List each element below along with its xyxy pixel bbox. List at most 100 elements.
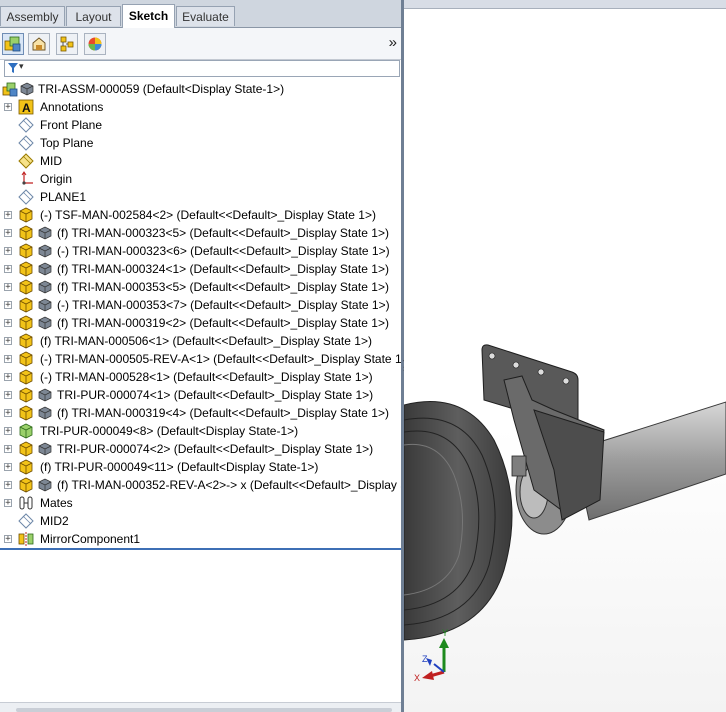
horizontal-scrollbar-thumb[interactable]	[16, 708, 392, 712]
display-state-icon	[38, 226, 54, 242]
tree-item-label: TRI-PUR-000049<8> (Default<Display State…	[40, 424, 299, 438]
expand-toggle-icon[interactable]: +	[4, 337, 12, 346]
trailer-axle-model[interactable]: Y Z X	[404, 0, 726, 712]
tree-item-plane1[interactable]: PLANE1	[0, 188, 401, 206]
expand-toggle-icon[interactable]: +	[4, 229, 12, 238]
tree-item-tri-man-000323-6[interactable]: + (-) TRI-MAN-000323<6> (Default<<Default…	[0, 242, 401, 260]
tree-item-label: (f) TRI-MAN-000352-REV-A<2>-> x (Default…	[57, 478, 401, 492]
expand-toggle-icon[interactable]: +	[4, 535, 12, 544]
part-icon	[18, 423, 34, 439]
display-state-icon	[38, 262, 54, 278]
tree-item-label: TRI-PUR-000074<1> (Default<<Default>_Dis…	[57, 388, 374, 402]
expand-toggle-icon[interactable]: +	[4, 463, 12, 472]
tree-item-tri-man-000353-5[interactable]: + (f) TRI-MAN-000353<5> (Default<<Default…	[0, 278, 401, 296]
expand-toggle-icon[interactable]: +	[4, 499, 12, 508]
tree-rollback-bar[interactable]	[0, 548, 401, 550]
plane-icon	[18, 153, 34, 169]
expand-toggle-icon[interactable]: +	[4, 247, 12, 256]
part-icon	[18, 459, 34, 475]
tree-item-mid-plane[interactable]: MID	[0, 152, 401, 170]
tree-root-label: TRI-ASSM-000059 (Default<Display State-1…	[38, 82, 285, 96]
expand-toggle-icon[interactable]: +	[4, 355, 12, 364]
part-icon	[18, 369, 34, 385]
display-manager-icon[interactable]	[84, 33, 106, 55]
expand-toggle-icon[interactable]: +	[4, 481, 12, 490]
tree-item-label: (f) TRI-MAN-000319<2> (Default<<Default>…	[57, 316, 389, 330]
tab-sketch[interactable]: Sketch	[122, 4, 175, 28]
mirror-icon	[18, 531, 34, 547]
part-icon	[18, 333, 34, 349]
expand-toggle-icon[interactable]: +	[4, 373, 12, 382]
tab-assembly[interactable]: Assembly	[0, 6, 65, 26]
tree-item-tri-pur-000049-8[interactable]: + TRI-PUR-000049<8> (Default<Display Stat…	[0, 422, 401, 440]
tree-item-tri-man-000353-7[interactable]: + (-) TRI-MAN-000353<7> (Default<<Default…	[0, 296, 401, 314]
tree-item-tri-man-000323-5[interactable]: + (f) TRI-MAN-000323<5> (Default<<Default…	[0, 224, 401, 242]
triad-x-label: X	[414, 673, 420, 683]
filter-dropdown-arrow-icon[interactable]: ▾	[19, 61, 24, 72]
tree-item-tri-man-000352-rev-a-2[interactable]: + (f) TRI-MAN-000352-REV-A<2>-> x (Defaul…	[0, 476, 401, 494]
display-state-icon	[38, 316, 54, 332]
tree-item-tri-man-000505-rev-a-1[interactable]: + (-) TRI-MAN-000505-REV-A<1> (Default<<D…	[0, 350, 401, 368]
tree-item-tri-pur-000049-11[interactable]: + (f) TRI-PUR-000049<11> (Default<Display…	[0, 458, 401, 476]
expand-toggle-icon[interactable]: +	[4, 427, 12, 436]
filter-icon[interactable]	[7, 62, 19, 77]
tree-item-label: (f) TRI-MAN-000506<1> (Default<<Default>…	[40, 334, 372, 348]
tree-item-tri-pur-000074-1[interactable]: + TRI-PUR-000074<1> (Default<<Default>_Di…	[0, 386, 401, 404]
part-icon	[18, 405, 34, 421]
expand-toggle-icon[interactable]: +	[4, 283, 12, 292]
tree-item-tri-man-000324-1[interactable]: + (f) TRI-MAN-000324<1> (Default<<Default…	[0, 260, 401, 278]
part-icon	[18, 297, 34, 313]
expand-toggle-icon[interactable]: +	[4, 409, 12, 418]
tab-layout[interactable]: Layout	[66, 6, 121, 26]
part-icon	[18, 225, 34, 241]
tree-item-tri-man-000319-2[interactable]: + (f) TRI-MAN-000319<2> (Default<<Default…	[0, 314, 401, 332]
overflow-chevron-icon[interactable]: »	[389, 34, 397, 51]
tree-item-mid2[interactable]: MID2	[0, 512, 401, 530]
part-icon	[18, 207, 34, 223]
expand-toggle-icon[interactable]: +	[4, 445, 12, 454]
tree-item-tri-man-000528-1[interactable]: + (-) TRI-MAN-000528<1> (Default<<Default…	[0, 368, 401, 386]
expand-toggle-icon[interactable]: +	[4, 301, 12, 310]
expand-toggle-icon[interactable]: +	[4, 319, 12, 328]
tree-item-label: TRI-PUR-000074<2> (Default<<Default>_Dis…	[57, 442, 374, 456]
annotation-icon: A	[18, 99, 34, 115]
part-icon	[18, 477, 34, 493]
tree-item-tri-man-000319-4[interactable]: + (f) TRI-MAN-000319<4> (Default<<Default…	[0, 404, 401, 422]
display-state-icon	[38, 244, 54, 260]
tree-item-label: Annotations	[40, 100, 104, 114]
tree-item-label: Top Plane	[40, 136, 94, 150]
feature-manager-tree-icon[interactable]	[2, 33, 24, 55]
display-state-icon	[38, 478, 54, 494]
tree-item-origin[interactable]: Origin	[0, 170, 401, 188]
tree-item-mirror-component1[interactable]: + MirrorComponent1	[0, 530, 401, 548]
display-state-icon	[38, 406, 54, 422]
tree-item-tri-pur-000074-2[interactable]: + TRI-PUR-000074<2> (Default<<Default>_Di…	[0, 440, 401, 458]
svg-text:A: A	[22, 101, 31, 115]
tree-filter-input[interactable]: ▾	[4, 60, 400, 77]
plane-icon	[18, 135, 34, 151]
tree-item-label: PLANE1	[40, 190, 87, 204]
plane-icon	[18, 117, 34, 133]
tree-root-assembly[interactable]: TRI-ASSM-000059 (Default<Display State-1…	[0, 80, 401, 98]
expand-toggle-icon[interactable]: +	[4, 265, 12, 274]
expand-toggle-icon[interactable]: +	[4, 211, 12, 220]
tree-item-annotations[interactable]: + A Annotations	[0, 98, 401, 116]
expand-toggle-icon[interactable]: +	[4, 103, 12, 112]
display-state-icon	[38, 280, 54, 296]
part-icon	[18, 387, 34, 403]
graphics-area[interactable]: Y Z X	[404, 0, 726, 712]
tree-item-tsf-man-002584-2[interactable]: + (-) TSF-MAN-002584<2> (Default<<Default…	[0, 206, 401, 224]
assembly-icon	[2, 81, 18, 97]
configuration-manager-icon[interactable]	[56, 33, 78, 55]
feature-manager-panel: Assembly Layout Sketch Evaluate » ▾ TRI-…	[0, 0, 401, 712]
tree-item-label: (f) TRI-MAN-000324<1> (Default<<Default>…	[57, 262, 389, 276]
plane-icon	[18, 189, 34, 205]
tree-item-front-plane[interactable]: Front Plane	[0, 116, 401, 134]
property-manager-icon[interactable]	[28, 33, 50, 55]
tree-item-top-plane[interactable]: Top Plane	[0, 134, 401, 152]
expand-toggle-icon[interactable]: +	[4, 391, 12, 400]
tree-item-label: (f) TRI-MAN-000353<5> (Default<<Default>…	[57, 280, 389, 294]
tab-evaluate[interactable]: Evaluate	[176, 6, 235, 26]
tree-item-mates[interactable]: + Mates	[0, 494, 401, 512]
tree-item-tri-man-000506-1[interactable]: + (f) TRI-MAN-000506<1> (Default<<Default…	[0, 332, 401, 350]
